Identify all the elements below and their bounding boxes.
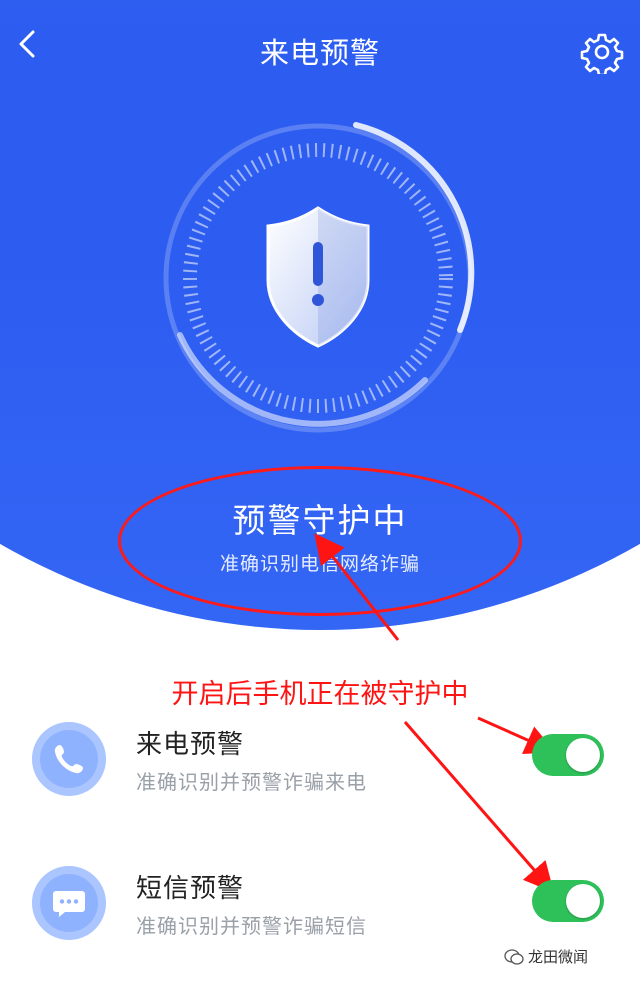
toggle-knob xyxy=(566,738,600,772)
phone-icon xyxy=(32,722,106,796)
shield-alert-icon xyxy=(266,206,370,348)
call-warning-toggle[interactable] xyxy=(532,734,604,776)
annotation-text: 开启后手机正在被守护中 xyxy=(171,679,469,710)
call-warning-desc: 准确识别并预警诈骗来电 xyxy=(136,770,367,794)
settings-button[interactable] xyxy=(580,30,624,77)
call-warning-label: 来电预警 xyxy=(136,730,245,760)
toggle-knob xyxy=(566,884,600,918)
gear-icon xyxy=(580,33,624,77)
sms-warning-desc: 准确识别并预警诈骗短信 xyxy=(136,914,367,938)
annotation-ellipse xyxy=(118,466,522,616)
wechat-icon xyxy=(504,949,524,965)
watermark-text: 龙田微闻 xyxy=(528,948,589,966)
protection-dial xyxy=(163,122,475,433)
message-icon xyxy=(32,866,106,940)
sms-warning-label: 短信预警 xyxy=(136,874,245,904)
sms-warning-toggle[interactable] xyxy=(532,880,604,922)
page-title: 来电预警 xyxy=(259,36,380,70)
call-warning-row: 来电预警 准确识别并预警诈骗来电 xyxy=(0,712,640,822)
